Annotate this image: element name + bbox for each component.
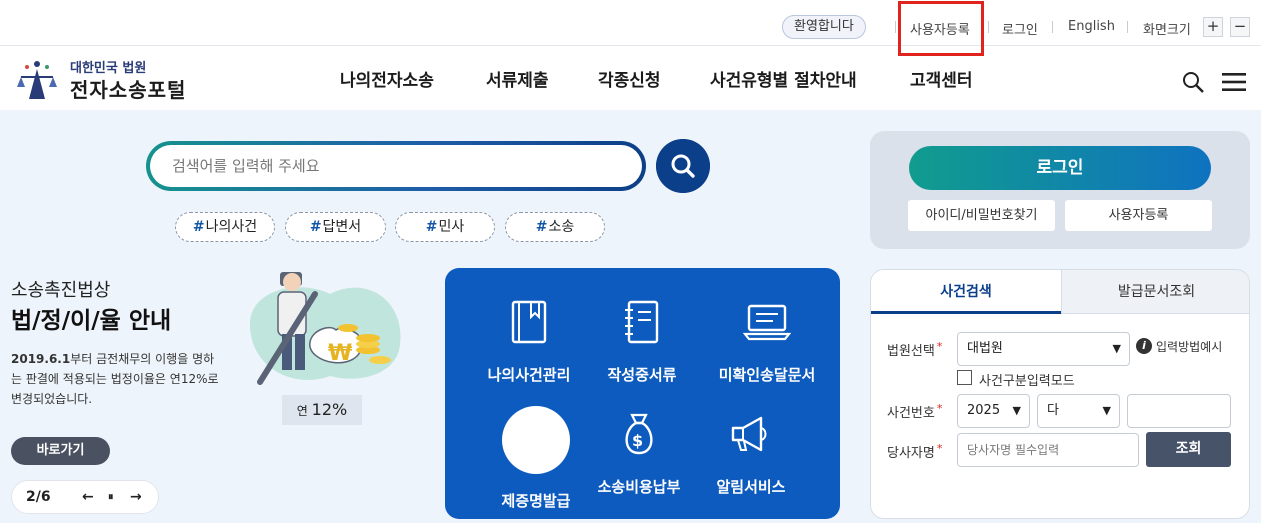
book-icon (511, 300, 547, 344)
service-notifications[interactable]: 알림서비스 (691, 406, 811, 497)
next-arrow-icon[interactable]: → (130, 481, 142, 513)
search-input[interactable]: 검색어를 입력해 주세요 (150, 145, 642, 187)
svg-text:$: $ (632, 431, 643, 450)
nav-applications[interactable]: 각종신청 (598, 66, 661, 91)
zoom-in-button[interactable]: + (1203, 17, 1223, 37)
divider (1052, 21, 1053, 33)
nav-my-case[interactable]: 나의전자소송 (340, 66, 434, 91)
court-logo-icon[interactable] (15, 55, 59, 101)
find-id-password-button[interactable]: 아이디/비밀번호찾기 (908, 200, 1055, 231)
nav-procedure-guide[interactable]: 사건유형별 절차안내 (710, 66, 857, 91)
service-label: 소송비용납부 (597, 478, 681, 496)
court-label: 법원선택 * (887, 340, 943, 359)
tab-issued-documents[interactable]: 발급문서조회 (1061, 270, 1249, 314)
english-link[interactable]: English (1068, 19, 1115, 34)
banner-pager: 2/6 ← ⏸ → (11, 480, 159, 514)
divider (1127, 21, 1128, 33)
utility-bar: 환영합니다 사용자등록 로그인 English 화면크기 + − (0, 0, 1261, 46)
search-icon[interactable] (1181, 70, 1205, 94)
service-label: 미확인송달문서 (718, 366, 816, 384)
laptop-icon (743, 304, 791, 341)
svg-text:₩: ₩ (328, 341, 352, 366)
megaphone-icon (731, 416, 767, 452)
divider (988, 21, 989, 33)
hamburger-menu-icon[interactable] (1222, 72, 1246, 92)
notebook-icon (625, 300, 659, 344)
service-drafts[interactable]: 작성중서류 (582, 294, 702, 385)
service-unread-documents[interactable]: 미확인송달문서 (692, 294, 842, 385)
header: 대한민국 법원 전자소송포털 나의전자소송 서류제출 각종신청 사건유형별 절차… (0, 46, 1261, 110)
prev-arrow-icon[interactable]: ← (82, 481, 94, 513)
search-box: 검색어를 입력해 주세요 (146, 141, 646, 191)
tag-lawsuit[interactable]: #소송 (505, 212, 605, 242)
service-label: 작성중서류 (607, 366, 677, 384)
case-type-select[interactable]: 다 ▼ (1037, 394, 1120, 428)
service-label: 나의사건관리 (487, 366, 571, 384)
banner-kicker: 소송촉진법상 (11, 280, 111, 301)
banner-description: 2019.6.1부터 금전채무의 이행을 명하는 판결에 적용되는 법정이율은 … (11, 352, 219, 406)
zoom-out-button[interactable]: − (1230, 17, 1250, 37)
login-box: 로그인 아이디/비밀번호찾기 사용자등록 (870, 131, 1250, 249)
party-name-input[interactable]: 당사자명 필수입력 (957, 433, 1139, 467)
service-label: 알림서비스 (716, 478, 786, 496)
banner-illustration: ₩ (250, 272, 401, 385)
banner-go-button[interactable]: 바로가기 (11, 437, 110, 465)
service-certificate[interactable]: 제증명발급 (476, 406, 596, 511)
court-select[interactable]: 대법원 ▼ (957, 332, 1130, 366)
service-my-case[interactable]: 나의사건관리 (469, 294, 589, 385)
service-label: 제증명발급 (501, 492, 571, 510)
certificate-circle-icon (502, 406, 570, 474)
pause-icon[interactable]: ⏸ (108, 481, 114, 513)
chevron-down-icon: ▼ (1112, 342, 1121, 355)
logo-title[interactable]: 전자소송포털 (70, 74, 186, 103)
chevron-down-icon: ▼ (1102, 404, 1111, 417)
input-mode-checkbox[interactable] (957, 370, 972, 385)
tab-case-search[interactable]: 사건검색 (871, 270, 1061, 314)
divider (895, 21, 896, 33)
year-select[interactable]: 2025 ▼ (957, 394, 1030, 428)
tag-my-case[interactable]: #나의사건 (175, 212, 275, 242)
input-mode-label: 사건구분입력모드 (979, 374, 1075, 389)
input-example-link[interactable]: 입력방법예시 (1156, 338, 1222, 355)
service-panel: 나의사건관리 작성중서류 미확인송달문서 제증명발급 $ 소송비용납부 알림서비… (445, 268, 840, 519)
login-button[interactable]: 로그인 (909, 146, 1211, 190)
money-bag-icon: $ (625, 413, 653, 455)
login-link[interactable]: 로그인 (1002, 19, 1038, 38)
tag-answer[interactable]: #답변서 (285, 212, 386, 242)
party-label: 당사자명 * (887, 442, 943, 461)
nav-document-submit[interactable]: 서류제출 (486, 66, 549, 91)
service-fee-payment[interactable]: $ 소송비용납부 (579, 406, 699, 497)
user-register-button[interactable]: 사용자등록 (1065, 200, 1212, 231)
zoom-label: 화면크기 (1143, 23, 1191, 38)
highlight-box (898, 1, 984, 56)
nav-customer-center[interactable]: 고객센터 (910, 66, 973, 91)
banner-title: 법/정/이/율 안내 (11, 308, 172, 334)
case-search-box: 사건검색 발급문서조회 법원선택 * 대법원 ▼ i 입력방법예시 사건구분입력모드… (870, 269, 1250, 519)
pager-count: 2/6 (26, 489, 51, 505)
case-search-submit-button[interactable]: 조회 (1146, 432, 1231, 467)
search-submit-button[interactable] (656, 139, 710, 193)
welcome-badge: 환영합니다 (782, 15, 866, 39)
case-number-label: 사건번호 * (887, 402, 943, 421)
tag-civil[interactable]: #민사 (395, 212, 495, 242)
rate-badge: 연 12% (282, 395, 362, 425)
case-number-input[interactable] (1127, 394, 1231, 428)
info-icon[interactable]: i (1136, 338, 1152, 354)
chevron-down-icon: ▼ (1012, 404, 1021, 417)
